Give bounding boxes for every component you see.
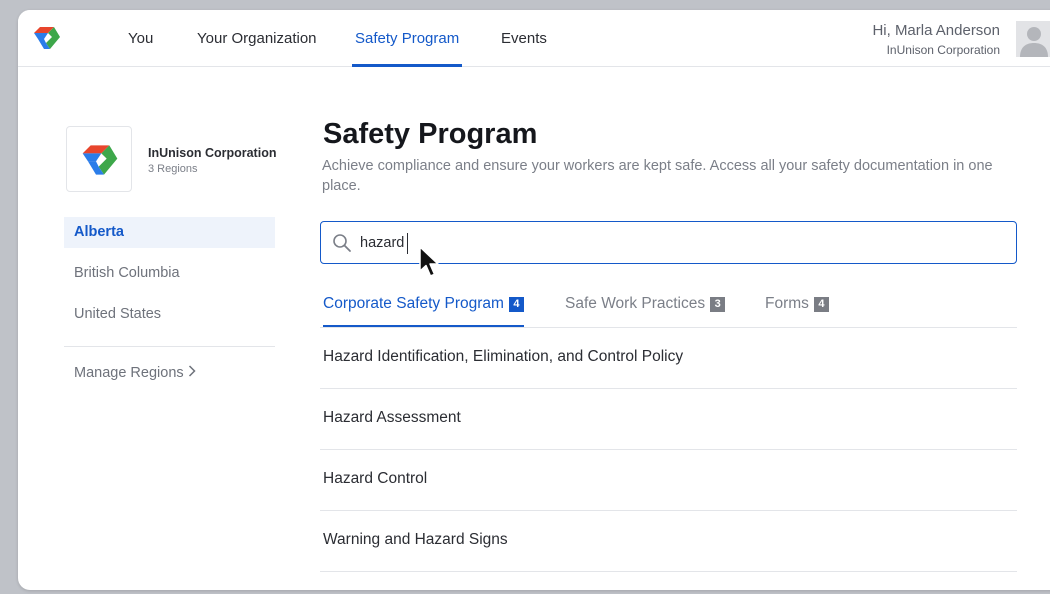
result-row[interactable]: Warning and Hazard Signs bbox=[320, 511, 1017, 572]
user-org: InUnison Corporation bbox=[886, 43, 1000, 57]
region-british-columbia[interactable]: British Columbia bbox=[64, 258, 275, 289]
manage-regions-link[interactable]: Manage Regions bbox=[74, 365, 196, 381]
nav-safety-program[interactable]: Safety Program bbox=[351, 10, 463, 67]
chevron-right-icon bbox=[188, 365, 196, 381]
user-avatar-icon[interactable] bbox=[1016, 21, 1050, 57]
sidebar-divider bbox=[64, 346, 275, 347]
manage-regions-label: Manage Regions bbox=[74, 365, 184, 381]
tab-corporate-safety-program[interactable]: Corporate Safety Program 4 bbox=[323, 295, 524, 328]
mouse-pointer-icon bbox=[419, 246, 439, 277]
result-row[interactable]: Hazard Assessment bbox=[320, 389, 1017, 450]
page-title: Safety Program bbox=[323, 118, 538, 150]
tab-count-badge: 3 bbox=[710, 297, 726, 312]
nav-events[interactable]: Events bbox=[501, 10, 547, 67]
tab-label: Corporate Safety Program bbox=[323, 295, 504, 312]
app-window: You Your Organization Safety Program Eve… bbox=[18, 10, 1050, 590]
nav-you[interactable]: You bbox=[128, 10, 153, 67]
tab-count-badge: 4 bbox=[508, 297, 524, 312]
tab-label: Forms bbox=[765, 295, 809, 312]
page-description: Achieve compliance and ensure your worke… bbox=[322, 158, 993, 194]
region-alberta[interactable]: Alberta bbox=[64, 217, 275, 248]
nav-your-organization[interactable]: Your Organization bbox=[197, 10, 317, 67]
user-greeting: Hi, Marla Anderson bbox=[872, 22, 1000, 39]
result-title: Hazard Assessment bbox=[323, 409, 461, 426]
tab-label: Safe Work Practices bbox=[565, 295, 706, 312]
inunison-logo-icon bbox=[82, 145, 118, 175]
org-region-count: 3 Regions bbox=[148, 163, 198, 175]
result-row[interactable]: Hazard Control bbox=[320, 450, 1017, 511]
top-nav: You Your Organization Safety Program Eve… bbox=[18, 10, 1050, 67]
result-title: Hazard Identification, Elimination, and … bbox=[323, 348, 684, 365]
org-name: InUnison Corporation bbox=[148, 146, 277, 160]
org-logo bbox=[66, 126, 132, 192]
result-row[interactable]: Hazard Identification, Elimination, and … bbox=[320, 328, 1017, 389]
text-caret bbox=[407, 233, 408, 254]
region-united-states[interactable]: United States bbox=[64, 299, 275, 330]
search-input[interactable] bbox=[360, 232, 1000, 254]
tab-forms[interactable]: Forms 4 bbox=[765, 295, 829, 328]
search-icon bbox=[333, 234, 351, 252]
org-card: InUnison Corporation 3 Regions bbox=[66, 126, 306, 194]
inunison-logo-icon[interactable] bbox=[32, 25, 62, 51]
tab-count-badge: 4 bbox=[813, 297, 829, 312]
result-title: Warning and Hazard Signs bbox=[323, 531, 508, 548]
tab-safe-work-practices[interactable]: Safe Work Practices 3 bbox=[565, 295, 726, 328]
user-menu[interactable]: Hi, Marla Anderson InUnison Corporation bbox=[872, 22, 1000, 58]
result-title: Hazard Control bbox=[323, 470, 428, 487]
